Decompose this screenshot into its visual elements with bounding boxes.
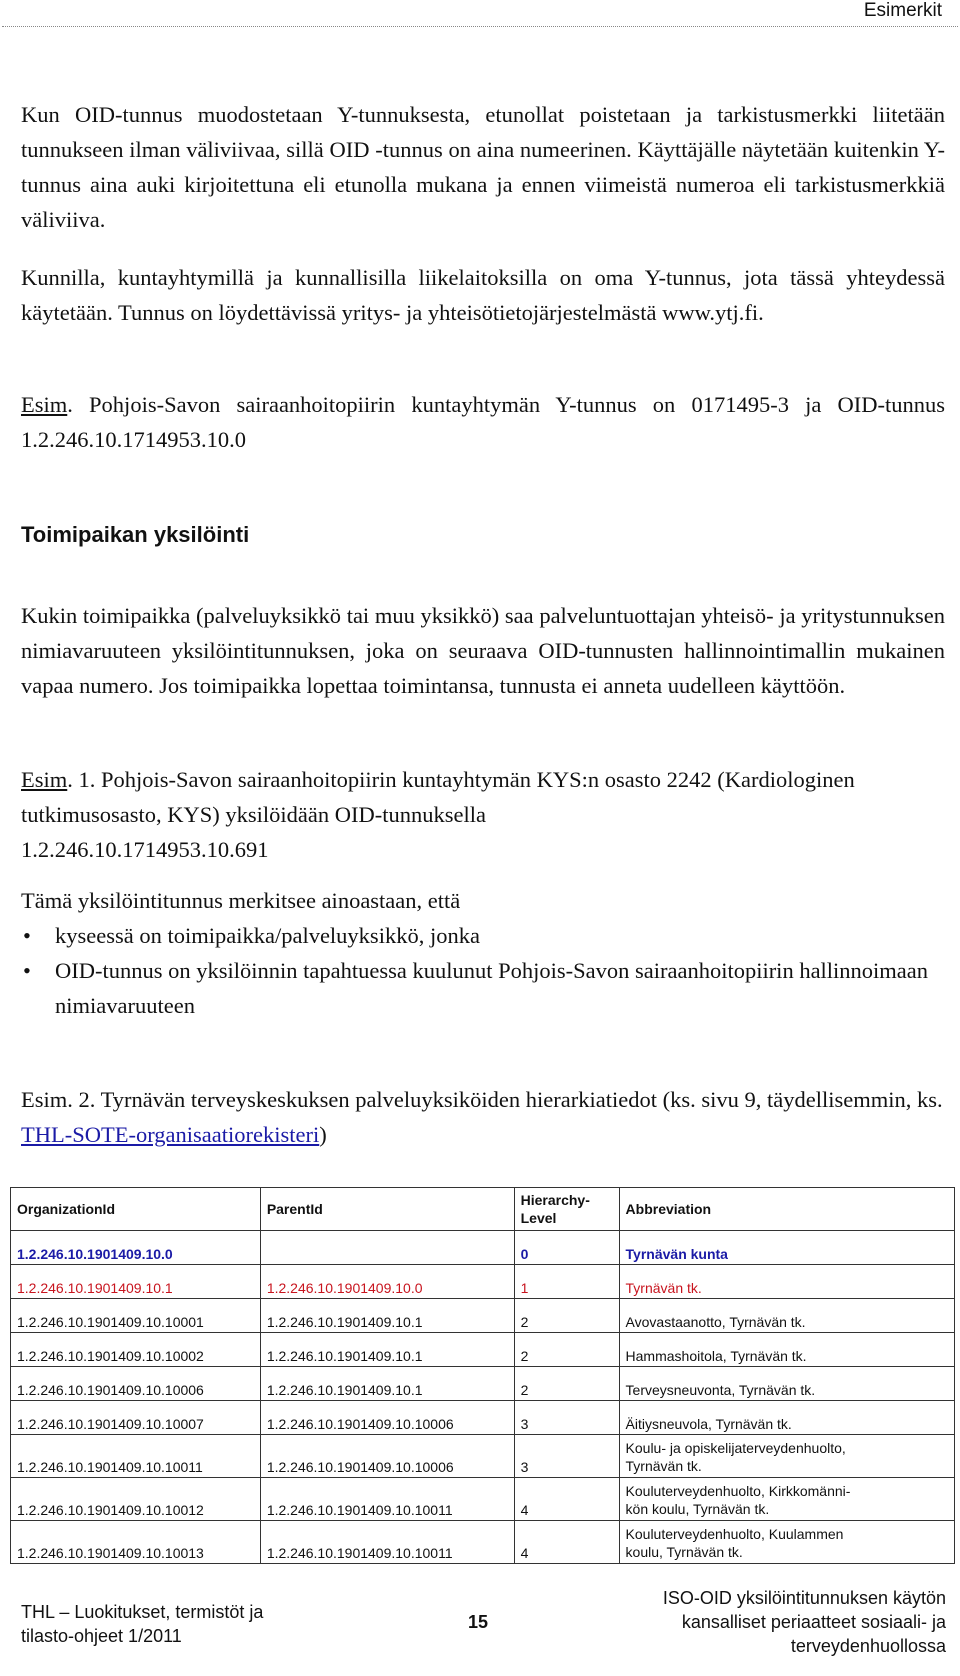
- paragraph-unit-identification: Kukin toimipaikka (palveluyksikkö tai mu…: [21, 603, 945, 698]
- cell-organization-id: 1.2.246.10.1901409.10.0: [10, 1230, 261, 1265]
- column-header-organization-id: OrganizationId: [10, 1187, 261, 1231]
- example-1-text: . 1. Pohjois-Savon sairaanhoitopiirin ku…: [21, 767, 855, 827]
- organization-hierarchy-table: OrganizationId ParentId Hierarchy- Level …: [10, 1187, 956, 1564]
- cell-abbreviation: Avovastaanotto, Tyrnävän tk.: [618, 1298, 956, 1333]
- example-1-label: Esim: [21, 767, 68, 792]
- table-row: 1.2.246.10.1901409.10.1 1.2.246.10.19014…: [10, 1264, 956, 1299]
- table-row: 1.2.246.10.1901409.10.10002 1.2.246.10.1…: [10, 1332, 956, 1367]
- section-heading: Toimipaikan yksilöinti: [21, 522, 250, 547]
- footer-publication: THL – Luokitukset, termistöt ja tilasto-…: [21, 1602, 264, 1646]
- cell-organization-id: 1.2.246.10.1901409.10.10011: [10, 1434, 261, 1478]
- cell-abbreviation: Kouluterveydenhuolto, Kuulammen koulu, Ty…: [618, 1520, 956, 1564]
- cell-abbreviation: Terveysneuvonta, Tyrnävän tk.: [618, 1366, 956, 1401]
- cell-organization-id: 1.2.246.10.1901409.10.10002: [10, 1332, 261, 1367]
- cell-hierarchy-level: 1: [513, 1264, 620, 1299]
- cell-parent-id: 1.2.246.10.1901409.10.0: [259, 1264, 515, 1299]
- cell-hierarchy-level: 3: [513, 1434, 620, 1478]
- cell-parent-id: 1.2.246.10.1901409.10.10011: [259, 1477, 515, 1521]
- example-label: Esim: [21, 392, 68, 417]
- cell-parent-id: 1.2.246.10.1901409.10.1: [259, 1332, 515, 1367]
- bullet-icon: •: [23, 923, 31, 948]
- cell-hierarchy-level: 4: [513, 1520, 620, 1564]
- paragraph-meaning-intro: Tämä yksilöintitunnus merkitsee ainoasta…: [21, 888, 461, 913]
- bullet-item: • OID-tunnus on yksilöinnin tapahtuessa k…: [21, 953, 945, 1023]
- header-divider: [2, 26, 958, 27]
- running-header-title: Esimerkit: [863, 0, 942, 21]
- cell-hierarchy-level: 2: [513, 1366, 620, 1401]
- paragraph-example-1: Esim. 1. Pohjois-Savon sairaanhoitopiiri…: [21, 762, 945, 867]
- cell-abbreviation: Äitiysneuvola, Tyrnävän tk.: [618, 1400, 956, 1435]
- column-header-abbreviation: Abbreviation: [618, 1187, 956, 1231]
- table-row: 1.2.246.10.1901409.10.10001 1.2.246.10.1…: [10, 1298, 956, 1333]
- cell-parent-id: 1.2.246.10.1901409.10.1: [259, 1366, 515, 1401]
- column-header-hierarchy-level: Hierarchy- Level: [513, 1187, 620, 1231]
- paragraph-example-2: Esim. 2. Tyrnävän terveyskeskuksen palve…: [21, 1087, 943, 1147]
- footer-document-title: ISO-OID yksilöintitunnuksen käytön kansa…: [662, 1588, 946, 1656]
- meaning-bullet-list: • kyseessä on toimipaikka/palveluyksikkö,…: [21, 918, 945, 1023]
- cell-hierarchy-level: 2: [513, 1298, 620, 1333]
- table-row: 1.2.246.10.1901409.10.0 0 Tyrnävän kunta: [10, 1230, 956, 1265]
- cell-organization-id: 1.2.246.10.1901409.10.10013: [10, 1520, 261, 1564]
- cell-organization-id: 1.2.246.10.1901409.10.10012: [10, 1477, 261, 1521]
- cell-parent-id: 1.2.246.10.1901409.10.10011: [259, 1520, 515, 1564]
- cell-organization-id: 1.2.246.10.1901409.10.10001: [10, 1298, 261, 1333]
- table-header-row: OrganizationId ParentId Hierarchy- Level …: [10, 1187, 956, 1231]
- table-row: 1.2.246.10.1901409.10.10011 1.2.246.10.1…: [10, 1434, 956, 1478]
- cell-parent-id: 1.2.246.10.1901409.10.10006: [259, 1400, 515, 1435]
- thl-sote-register-link[interactable]: THL-SOTE-organisaatiorekisteri: [21, 1122, 319, 1147]
- column-header-parent-id: ParentId: [259, 1187, 515, 1231]
- cell-parent-id: 1.2.246.10.1901409.10.1: [259, 1298, 515, 1333]
- cell-hierarchy-level: 3: [513, 1400, 620, 1435]
- cell-abbreviation: Koulu- ja opiskelijaterveydenhuolto, Tyrn…: [618, 1434, 956, 1478]
- table-row: 1.2.246.10.1901409.10.10013 1.2.246.10.1…: [10, 1520, 956, 1564]
- bullet-item: • kyseessä on toimipaikka/palveluyksikkö,…: [21, 918, 945, 953]
- paragraph-example-pshp: Esim. Pohjois-Savon sairaanhoitopiirin k…: [21, 387, 945, 457]
- cell-parent-id: 1.2.246.10.1901409.10.10006: [259, 1434, 515, 1478]
- page-number: 15: [468, 1612, 489, 1632]
- cell-abbreviation: Kouluterveydenhuolto, Kirkkomänni-kön ko…: [618, 1477, 956, 1521]
- table-row: 1.2.246.10.1901409.10.10006 1.2.246.10.1…: [10, 1366, 956, 1401]
- cell-hierarchy-level: 4: [513, 1477, 620, 1521]
- paragraph-municipal-business-id: Kunnilla, kuntayhtymillä ja kunnallisill…: [21, 265, 945, 325]
- example-text: . Pohjois-Savon sairaanhoitopiirin kunta…: [21, 392, 945, 452]
- cell-organization-id: 1.2.246.10.1901409.10.10006: [10, 1366, 261, 1401]
- bullet-icon: •: [23, 958, 31, 983]
- cell-abbreviation: Hammashoitola, Tyrnävän tk.: [618, 1332, 956, 1367]
- table-row: 1.2.246.10.1901409.10.10012 1.2.246.10.1…: [10, 1477, 956, 1521]
- paragraph-oid-from-business-id: Kun OID-tunnus muodostetaan Y-tunnuksest…: [21, 102, 945, 232]
- cell-organization-id: 1.2.246.10.1901409.10.10007: [10, 1400, 261, 1435]
- cell-abbreviation: Tyrnävän tk.: [618, 1264, 956, 1299]
- table-row: 1.2.246.10.1901409.10.10007 1.2.246.10.1…: [10, 1400, 956, 1435]
- cell-hierarchy-level: 0: [513, 1230, 620, 1265]
- example-1-oid: 1.2.246.10.1714953.10.691: [21, 837, 269, 862]
- cell-parent-id: [259, 1230, 515, 1265]
- cell-hierarchy-level: 2: [513, 1332, 620, 1367]
- cell-abbreviation: Tyrnävän kunta: [618, 1230, 956, 1265]
- cell-organization-id: 1.2.246.10.1901409.10.1: [10, 1264, 261, 1299]
